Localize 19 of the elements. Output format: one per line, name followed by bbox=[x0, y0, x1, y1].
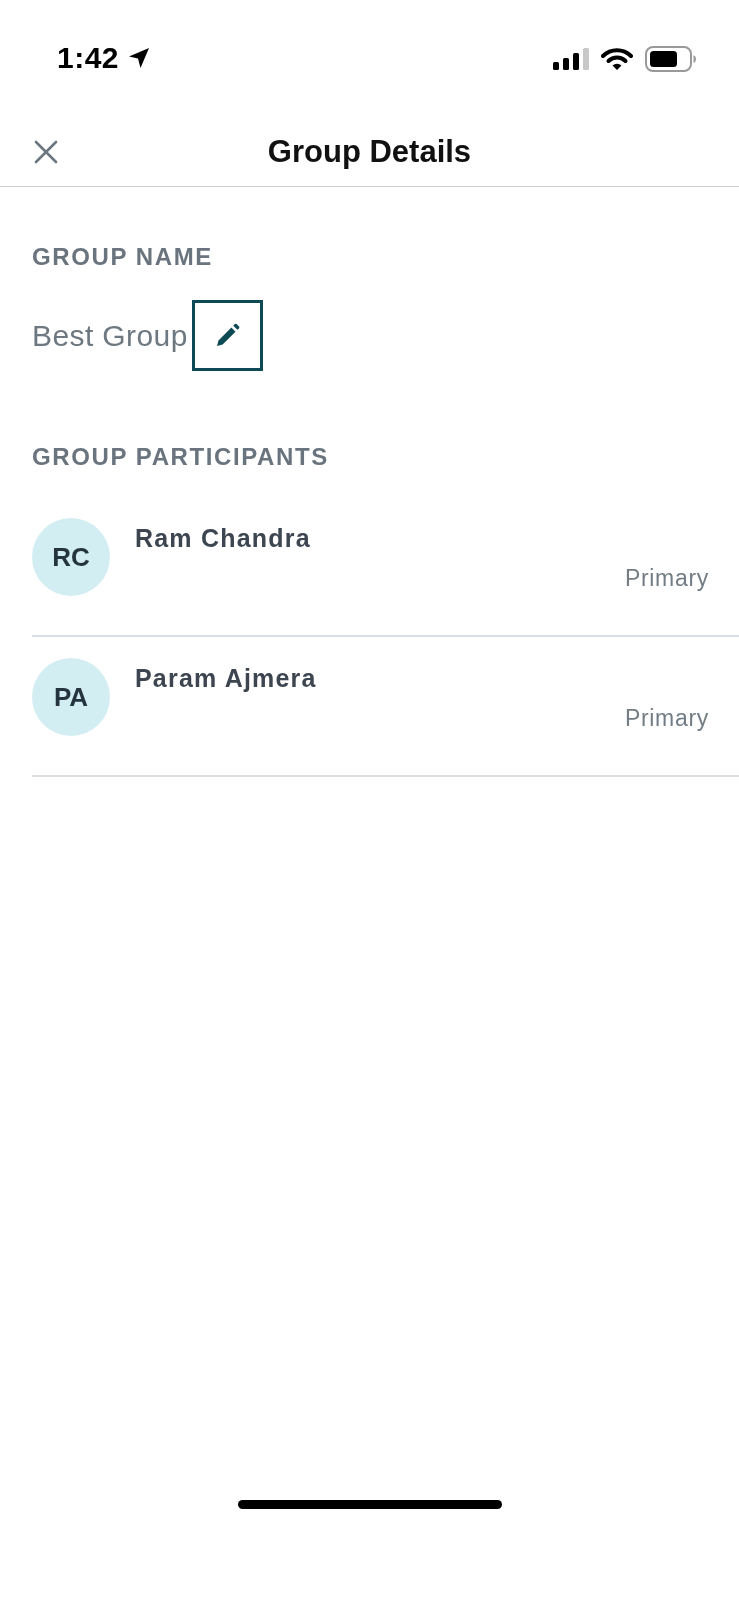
participant-name: Ram Chandra bbox=[135, 523, 311, 553]
avatar-initials: PA bbox=[32, 658, 110, 736]
participant-name: Param Ajmera bbox=[135, 663, 317, 693]
participant-role: Primary bbox=[624, 564, 709, 592]
wifi-icon bbox=[601, 47, 633, 71]
participant-row[interactable]: RC Ram Chandra Primary bbox=[32, 497, 739, 637]
close-icon bbox=[34, 140, 58, 164]
group-name: Best Group bbox=[32, 318, 188, 353]
section-label: GROUP PARTICIPANTS bbox=[32, 443, 329, 471]
screen-title: Group Details bbox=[267, 134, 472, 170]
edit-button[interactable] bbox=[191, 300, 263, 371]
status-time: 1:42 bbox=[57, 40, 120, 76]
avatar-initials: RC bbox=[32, 518, 110, 596]
section-label: GROUP NAME bbox=[32, 243, 213, 271]
participant-role: Primary bbox=[624, 704, 709, 732]
battery-icon bbox=[645, 46, 697, 72]
participant-row[interactable]: PA Param Ajmera Primary bbox=[32, 637, 739, 777]
location-arrow-icon bbox=[127, 46, 152, 70]
signal-icon bbox=[553, 48, 589, 70]
